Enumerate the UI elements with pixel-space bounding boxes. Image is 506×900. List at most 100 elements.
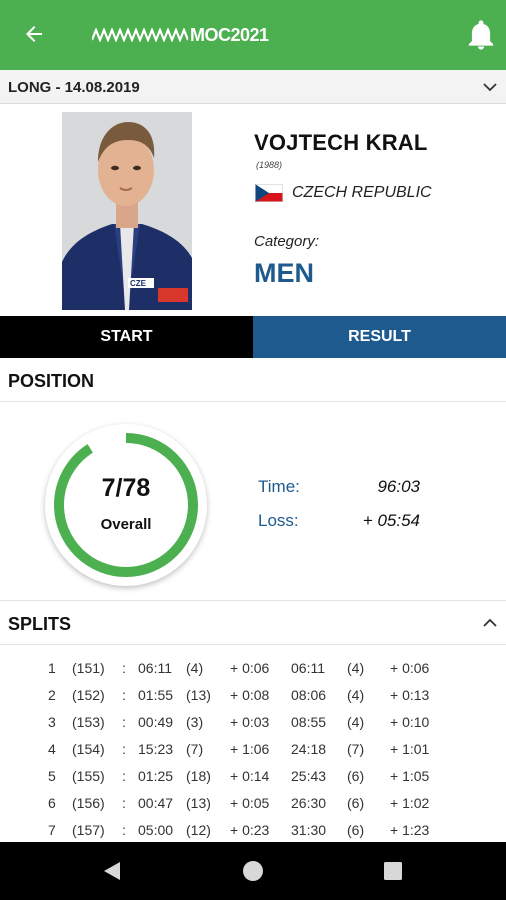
split-index: 7 — [48, 822, 56, 838]
split-index: 3 — [48, 714, 56, 730]
tab-result[interactable]: RESULT — [253, 316, 506, 358]
split-control: (157) — [72, 822, 105, 838]
nav-recents-icon[interactable] — [381, 859, 405, 883]
split-index: 5 — [48, 768, 56, 784]
category-value: MEN — [254, 258, 314, 288]
split-time: 01:55 — [138, 687, 174, 703]
athlete-profile: CZE VOJTECH KRAL (1988) CZECH REPUBLIC C… — [0, 104, 506, 316]
category-label: Category: — [254, 233, 320, 250]
total-loss: + 1:01 — [390, 741, 430, 757]
time-label: Time: — [258, 477, 300, 496]
nav-home-icon[interactable] — [241, 859, 265, 883]
arrow-left-icon — [26, 26, 42, 42]
split-rank: (3) — [186, 714, 204, 730]
notifications-button[interactable] — [466, 18, 496, 52]
loss-value: + 05:54 — [362, 511, 420, 530]
split-time: 00:47 — [138, 795, 174, 811]
split-time: 05:00 — [138, 822, 174, 838]
split-row: 5 (155):01:25 (18) + 0:14 25:43 (6) + 1:05 — [0, 762, 506, 789]
split-separator: : — [122, 741, 126, 757]
split-control: (153) — [72, 714, 105, 730]
bell-icon — [468, 20, 494, 50]
total-time: 08:06 — [291, 687, 327, 703]
total-rank: (4) — [347, 687, 365, 703]
split-index: 6 — [48, 795, 56, 811]
split-time: 06:11 — [138, 660, 172, 676]
back-button[interactable] — [18, 18, 50, 50]
athlete-country: CZECH REPUBLIC — [292, 184, 432, 201]
split-row: 4 (154):15:23 (7) + 1:06 24:18 (7) + 1:01 — [0, 735, 506, 762]
split-control: (154) — [72, 741, 105, 757]
split-time: 00:49 — [138, 714, 174, 730]
splits-table: 1 (151):06:11 (4) + 0:06 06:11 (4) + 0:06 2 (152… — [0, 646, 506, 842]
loss-label: Loss: — [258, 511, 299, 530]
total-loss: + 0:13 — [390, 687, 430, 703]
total-time: 24:18 — [291, 741, 327, 757]
rank-label: Overall — [100, 516, 152, 533]
jersey-text: CZE — [130, 279, 147, 288]
rank-progress-arc — [54, 433, 198, 577]
split-row: 7 (157):05:00 (12) + 0:23 31:30 (6) + 1:23 — [0, 816, 506, 842]
split-index: 4 — [48, 741, 56, 757]
split-rank: (7) — [186, 741, 204, 757]
total-rank: (7) — [347, 741, 365, 757]
rank-ring: 7/78 Overall — [45, 424, 207, 586]
position-heading: POSITION — [8, 371, 95, 391]
split-loss: + 0:23 — [230, 822, 270, 838]
chevron-down-icon[interactable] — [482, 79, 498, 95]
split-separator: : — [122, 795, 126, 811]
total-loss: + 0:10 — [390, 714, 430, 730]
split-control: (155) — [72, 768, 105, 784]
split-separator: : — [122, 687, 126, 703]
total-loss: + 1:23 — [390, 822, 430, 838]
chevron-up-icon[interactable] — [482, 615, 498, 631]
total-loss: + 0:06 — [390, 660, 430, 676]
split-control: (152) — [72, 687, 105, 703]
total-rank: (6) — [347, 822, 365, 838]
start-result-tabs: START RESULT — [0, 316, 506, 358]
split-loss: + 0:08 — [230, 687, 270, 703]
split-index: 2 — [48, 687, 56, 703]
split-loss: + 1:06 — [230, 741, 270, 757]
split-control: (151) — [72, 660, 105, 676]
total-rank: (6) — [347, 768, 365, 784]
split-separator: : — [122, 714, 126, 730]
app-bar: MOC2021 — [0, 0, 506, 70]
split-loss: + 0:03 — [230, 714, 270, 730]
split-row: 2 (152):01:55 (13) + 0:08 08:06 (4) + 0:13 — [0, 681, 506, 708]
split-index: 1 — [48, 660, 56, 676]
total-time: 06:11 — [291, 660, 325, 676]
wave-logo-mark — [92, 28, 188, 42]
splits-header[interactable]: SPLITS — [0, 601, 506, 645]
total-loss: + 1:02 — [390, 795, 430, 811]
race-label: LONG - 14.08.2019 — [8, 79, 140, 96]
tab-start[interactable]: START — [0, 316, 253, 358]
total-rank: (4) — [347, 660, 365, 676]
split-rank: (13) — [186, 795, 211, 811]
nav-back-icon[interactable] — [100, 859, 124, 883]
total-time: 26:30 — [291, 795, 327, 811]
position-header: POSITION — [0, 358, 506, 402]
split-loss: + 0:14 — [230, 768, 270, 784]
system-nav-bar — [0, 842, 506, 900]
split-rank: (13) — [186, 687, 211, 703]
split-rank: (18) — [186, 768, 211, 784]
logo-text: MOC2021 — [190, 24, 269, 45]
split-separator: : — [122, 660, 126, 676]
total-time: 25:43 — [291, 768, 327, 784]
total-rank: (4) — [347, 714, 365, 730]
total-time: 08:55 — [291, 714, 327, 730]
czech-flag-icon — [255, 184, 283, 202]
split-separator: : — [122, 768, 126, 784]
rank-value: 7/78 — [101, 474, 151, 502]
split-row: 6 (156):00:47 (13) + 0:05 26:30 (6) + 1:02 — [0, 789, 506, 816]
time-value: 96:03 — [377, 477, 420, 496]
athlete-birth-year: (1988) — [256, 160, 283, 170]
athlete-name: VOJTECH KRAL — [254, 130, 428, 155]
split-separator: : — [122, 822, 126, 838]
split-control: (156) — [72, 795, 105, 811]
race-selector[interactable]: LONG - 14.08.2019 — [0, 70, 506, 104]
split-row: 3 (153):00:49 (3) + 0:03 08:55 (4) + 0:10 — [0, 708, 506, 735]
split-time: 01:25 — [138, 768, 174, 784]
split-loss: + 0:05 — [230, 795, 270, 811]
